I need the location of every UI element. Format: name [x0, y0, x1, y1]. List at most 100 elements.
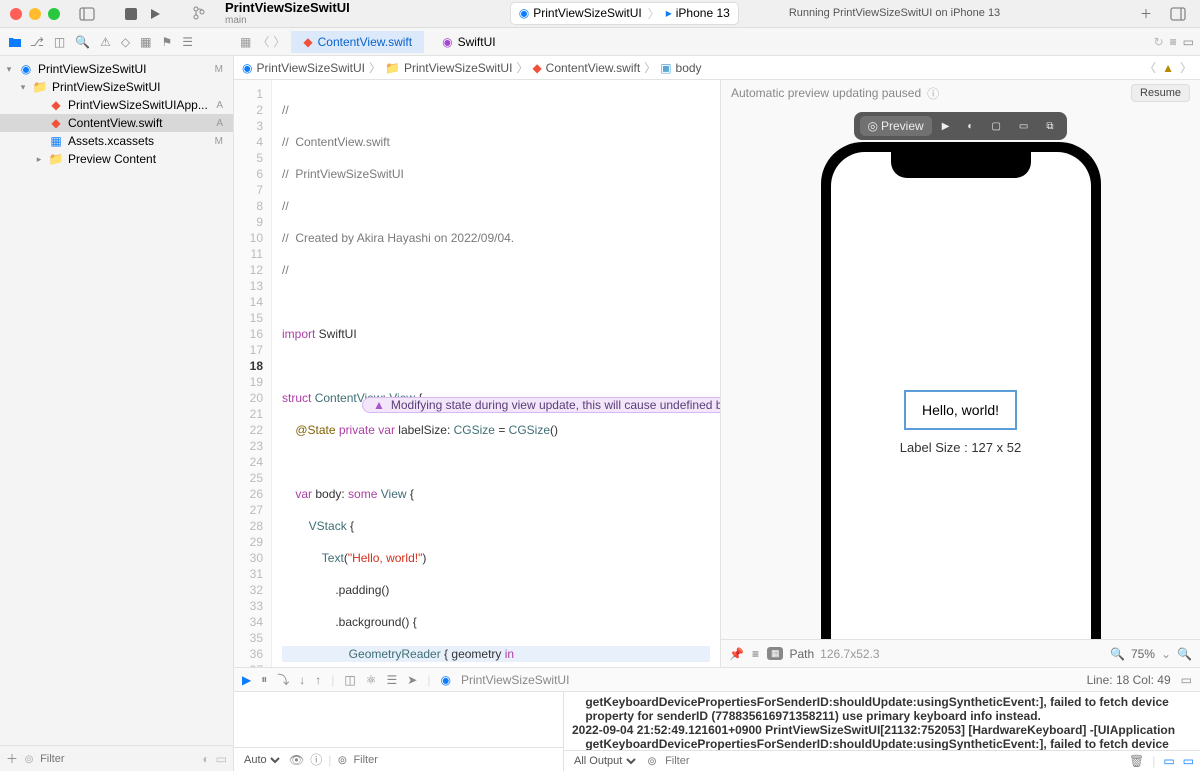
device-notch	[891, 152, 1031, 178]
navigator-toolbar: ⎇ ◫ 🔍 ⚠ ◇ ▦ ⚑ ☰ ▦ 〈 〉 ◆ ContentView.swif…	[0, 28, 1200, 56]
environment-icon[interactable]: ☰	[387, 673, 398, 687]
forward-icon[interactable]: 〉	[273, 33, 285, 50]
tree-file-contentview[interactable]: ◆ContentView.swiftA	[0, 114, 233, 132]
quicklook-icon[interactable]: 👁	[289, 753, 304, 767]
trash-icon[interactable]: 🗑	[1129, 754, 1144, 768]
source-control-nav-icon[interactable]: ⎇	[30, 35, 44, 49]
folder-nav-icon[interactable]	[8, 35, 22, 49]
show-variables-icon[interactable]: ▭	[1163, 754, 1174, 768]
next-issue-icon[interactable]: 〉	[1180, 59, 1192, 76]
bc-project[interactable]: PrintViewSizeSwitUI	[256, 61, 364, 75]
tree-root[interactable]: ▾◉PrintViewSizeSwitUIM	[0, 60, 233, 78]
stop-button[interactable]	[123, 6, 139, 22]
filter-icon: ⊚	[337, 753, 347, 767]
branch-name: main	[225, 15, 350, 26]
tree-group[interactable]: ▾📁PrintViewSizeSwitUI	[0, 78, 233, 96]
pin-preview-icon[interactable]: 📌	[729, 647, 744, 661]
selection-name: Path	[789, 647, 814, 661]
back-icon[interactable]: 〈	[257, 33, 269, 50]
sidebar-toggle-icon[interactable]	[79, 6, 95, 22]
scheme-target: PrintViewSizeSwitUI	[533, 6, 641, 20]
close-window-icon[interactable]	[10, 8, 22, 20]
build-status: Running PrintViewSizeSwitUI on iPhone 13	[789, 7, 1000, 19]
recent-filter-icon[interactable]: ◐	[202, 752, 209, 766]
zoom-out-icon[interactable]: 🔍	[1110, 647, 1125, 661]
branch-icon[interactable]	[191, 5, 207, 21]
zoom-chevron-icon[interactable]: ⌄	[1161, 647, 1171, 661]
resume-button[interactable]: Resume	[1131, 84, 1190, 102]
debug-target[interactable]: PrintViewSizeSwitUI	[461, 673, 569, 687]
report-nav-icon[interactable]: ☰	[182, 35, 193, 49]
breakpoint-nav-icon[interactable]: ⚑	[161, 35, 172, 49]
tab-swiftui[interactable]: ◉ SwiftUI	[430, 31, 508, 53]
warning-icon[interactable]: ▲	[1162, 61, 1174, 75]
inline-diagnostic[interactable]: ▲ Modifying state during view update, th…	[362, 397, 720, 413]
location-icon[interactable]: ➤	[407, 673, 417, 687]
folder-icon: 📁	[385, 61, 400, 75]
continue-icon[interactable]: ▶	[242, 673, 251, 687]
console-output[interactable]: getKeyboardDevicePropertiesForSenderID:s…	[564, 692, 1200, 771]
debug-nav-icon[interactable]: ▦	[140, 35, 151, 49]
pause-icon[interactable]: ⏸	[261, 672, 267, 687]
device-settings-icon[interactable]: ▢	[983, 118, 1008, 135]
jump-bar[interactable]: ◉ PrintViewSizeSwitUI〉 📁 PrintViewSizeSw…	[234, 56, 1200, 80]
zoom-level[interactable]: 75%	[1131, 647, 1155, 661]
console-filter-input[interactable]	[665, 755, 1121, 767]
swift-file-icon: ◆	[532, 61, 541, 75]
library-icon[interactable]	[1170, 6, 1186, 22]
bc-symbol[interactable]: body	[676, 61, 702, 75]
navigator-filter-input[interactable]	[40, 753, 196, 765]
variables-scope-select[interactable]: Auto	[240, 753, 283, 767]
prev-issue-icon[interactable]: 〈	[1144, 59, 1156, 76]
scm-filter-icon[interactable]: ▭	[216, 752, 227, 766]
debug-view-icon[interactable]: ◫	[344, 673, 355, 687]
symbol-nav-icon[interactable]: ◫	[54, 35, 65, 49]
tree-file-app[interactable]: ◆PrintViewSizeSwitUIApp...A	[0, 96, 233, 114]
live-preview-icon[interactable]: ▶	[934, 118, 958, 135]
preview-status: Automatic preview updating paused	[731, 86, 921, 100]
variables-view[interactable]: Auto 👁 ⓘ | ⊚	[234, 692, 564, 771]
run-button[interactable]	[147, 6, 163, 22]
add-file-icon[interactable]: ＋	[6, 750, 18, 767]
minimap-icon[interactable]: ▭	[1181, 673, 1192, 687]
print-description-icon[interactable]: ⓘ	[310, 751, 322, 768]
show-console-icon[interactable]: ▭	[1183, 754, 1194, 768]
tab-label: SwiftUI	[458, 35, 496, 49]
console-text[interactable]: getKeyboardDevicePropertiesForSenderID:s…	[564, 692, 1200, 750]
bc-file[interactable]: ContentView.swift	[546, 61, 641, 75]
zoom-in-icon[interactable]: 🔍	[1177, 647, 1192, 661]
add-tab-icon[interactable]: ＋	[1138, 6, 1154, 22]
variables-filter-input[interactable]	[353, 754, 557, 766]
code-content[interactable]: // // ContentView.swift // PrintViewSize…	[272, 80, 720, 667]
bc-group[interactable]: PrintViewSizeSwitUI	[404, 61, 512, 75]
step-into-icon[interactable]: ↓	[299, 673, 305, 687]
zoom-window-icon[interactable]	[48, 8, 60, 20]
adjust-editor-icon[interactable]: ≡	[1170, 35, 1177, 49]
issue-nav-icon[interactable]: ⚠	[100, 35, 111, 49]
line-gutter: 1234567891011121314151617181920212223242…	[234, 80, 272, 667]
editor-options-icon[interactable]: ▭	[1183, 35, 1194, 49]
target-icon: ◉	[440, 673, 450, 687]
step-out-icon[interactable]: ↑	[315, 673, 321, 687]
memory-graph-icon[interactable]: ⚛	[366, 673, 377, 687]
step-over-icon[interactable]: ⤵	[277, 671, 289, 688]
preview-mode-button[interactable]: ◎Preview	[860, 116, 932, 136]
minimize-window-icon[interactable]	[29, 8, 41, 20]
filter-icon: ⊚	[647, 754, 657, 768]
scheme-selector[interactable]: ◉ PrintViewSizeSwitUI 〉 ▸ iPhone 13	[510, 2, 739, 25]
related-items-icon[interactable]: ▦	[240, 35, 251, 49]
preview-device-icon[interactable]: ▭	[1011, 118, 1036, 135]
source-editor[interactable]: 1234567891011121314151617181920212223242…	[234, 80, 720, 667]
tab-contentview[interactable]: ◆ ContentView.swift	[291, 31, 424, 53]
test-nav-icon[interactable]: ◇	[121, 35, 130, 49]
find-nav-icon[interactable]: 🔍	[75, 35, 90, 49]
reload-icon[interactable]: ↻	[1154, 35, 1164, 49]
tree-assets[interactable]: ▦Assets.xcassetsM	[0, 132, 233, 150]
console-output-select[interactable]: All Output	[570, 754, 639, 768]
duplicate-preview-icon[interactable]: ⧉	[1038, 118, 1061, 135]
preview-list-icon[interactable]: ≡	[752, 647, 759, 661]
info-icon[interactable]: ⓘ	[927, 85, 939, 102]
variants-icon[interactable]: ◐	[959, 118, 981, 135]
device-screen[interactable]: Hello, world! Label Size : 127 x 52	[831, 152, 1091, 639]
tree-preview-content[interactable]: ▸📁Preview Content	[0, 150, 233, 168]
